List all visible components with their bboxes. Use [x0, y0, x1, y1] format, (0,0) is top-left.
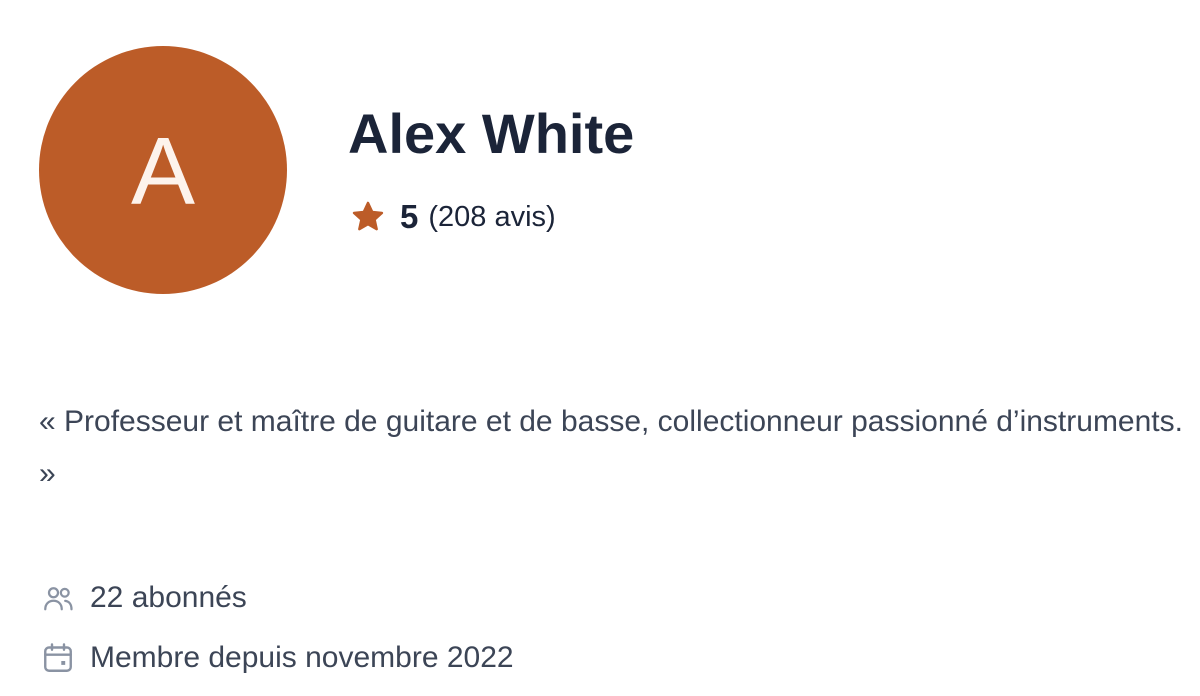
profile-bio: « Professeur et maître de guitare et de …	[39, 405, 1183, 490]
avatar: A	[39, 46, 287, 294]
rating-count: (208 avis)	[428, 200, 556, 233]
followers-count: 22 abonnés	[90, 581, 247, 614]
member-since-row: Membre depuis novembre 2022	[40, 636, 514, 680]
member-since: Membre depuis novembre 2022	[90, 641, 514, 674]
profile-name: Alex White	[348, 102, 635, 165]
avatar-initial: A	[130, 118, 196, 225]
rating-value: 5	[400, 198, 419, 235]
calendar-icon	[44, 643, 72, 672]
followers-row[interactable]: 22 abonnés	[40, 576, 247, 620]
star-icon	[352, 201, 384, 231]
profile-card: A Alex White 5 (208 avis) « Professeur e…	[0, 0, 1200, 696]
users-icon	[44, 587, 73, 611]
rating-summary[interactable]: 5 (208 avis)	[350, 196, 556, 238]
